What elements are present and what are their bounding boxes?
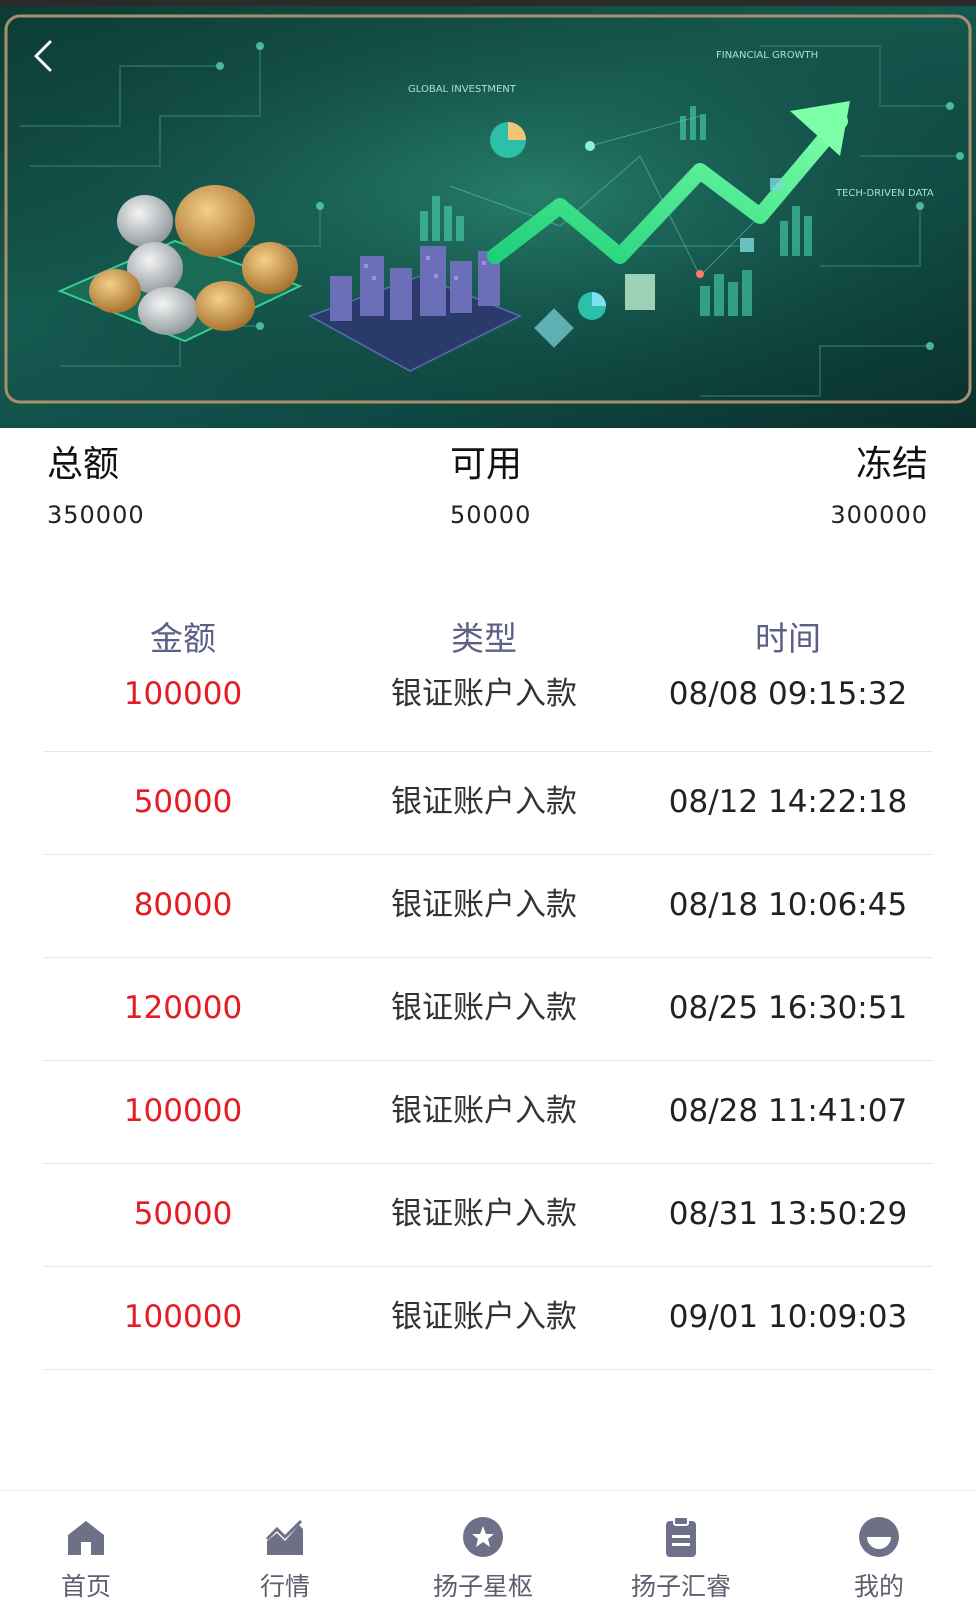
balance-summary: 总额 350000 可用 50000 冻结 300000 (0, 428, 976, 558)
banner-label-growth: FINANCIAL GROWTH (716, 50, 818, 61)
amount-cell: 100000 (123, 1299, 243, 1335)
type-cell: 银证账户入款 (391, 676, 577, 712)
type-cell: 银证账户入款 (391, 990, 577, 1026)
type-cell: 银证账户入款 (391, 1196, 577, 1232)
summary-frozen-label: 冻结 (855, 444, 928, 485)
chevron-left-icon (34, 40, 52, 72)
amount-cell: 120000 (123, 990, 243, 1026)
summary-total-value: 350000 (47, 501, 145, 529)
tab-market[interactable]: 行情 (205, 1491, 365, 1612)
amount-cell: 50000 (133, 784, 233, 820)
table-row: 100000 银证账户入款 09/01 10:09:03 (43, 1267, 933, 1370)
table-row: 50000 银证账户入款 08/31 13:50:29 (43, 1164, 933, 1267)
header-type: 类型 (451, 619, 517, 658)
summary-available: 可用 50000 (450, 442, 531, 530)
type-cell: 银证账户入款 (391, 887, 577, 923)
header-amount: 金额 (150, 619, 216, 658)
amount-cell: 100000 (123, 1093, 243, 1129)
summary-frozen: 冻结 300000 (830, 442, 928, 530)
type-cell: 银证账户入款 (391, 1299, 577, 1335)
table-row: 50000 银证账户入款 08/12 14:22:18 (43, 752, 933, 855)
summary-total: 总额 350000 (47, 442, 145, 530)
tab-xingshu[interactable]: 扬子星枢 (403, 1491, 563, 1612)
summary-available-value: 50000 (450, 501, 532, 529)
time-cell: 08/31 13:50:29 (668, 1196, 908, 1232)
type-cell: 银证账户入款 (391, 784, 577, 820)
tab-home[interactable]: 首页 (6, 1491, 166, 1612)
banner-label-global: GLOBAL INVESTMENT (408, 84, 517, 95)
time-cell: 08/08 09:15:32 (668, 676, 908, 712)
summary-frozen-value: 300000 (830, 501, 928, 529)
table-row: 80000 银证账户入款 08/18 10:06:45 (43, 855, 933, 958)
tab-mine[interactable]: 我的 (799, 1491, 959, 1612)
chart-icon (265, 1519, 303, 1555)
type-cell: 银证账户入款 (391, 1093, 577, 1129)
user-icon (859, 1517, 899, 1557)
banner-label-tech: TECH-DRIVEN DATA (835, 188, 934, 199)
tab-market-label: 行情 (259, 1572, 310, 1601)
table-row: 100000 银证账户入款 08/08 09:15:32 (43, 660, 933, 752)
table-header: 金额 类型 时间 (43, 600, 933, 660)
time-cell: 09/01 10:09:03 (668, 1299, 908, 1335)
table-body: 100000 银证账户入款 08/08 09:15:32 50000 银证账户入款 08/… (43, 660, 933, 1370)
amount-cell: 50000 (133, 1196, 233, 1232)
home-icon (68, 1521, 104, 1555)
hero-banner: GLOBAL INVESTMENT FINANCIAL GROWTH TECH-… (0, 6, 976, 428)
tab-huirui[interactable]: 扬子汇睿 (601, 1491, 761, 1612)
amount-cell: 80000 (133, 887, 233, 923)
summary-total-label: 总额 (47, 444, 120, 485)
header-time: 时间 (755, 619, 821, 658)
table-row: 120000 银证账户入款 08/25 16:30:51 (43, 958, 933, 1061)
table-row: 100000 银证账户入款 08/28 11:41:07 (43, 1061, 933, 1164)
back-button[interactable] (24, 32, 64, 78)
bottom-tab-bar: 首页 行情 扬子星枢 扬子汇睿 我的 (0, 1490, 976, 1612)
star-icon (463, 1517, 503, 1557)
tab-mine-label: 我的 (853, 1572, 904, 1601)
time-cell: 08/28 11:41:07 (668, 1093, 908, 1129)
time-cell: 08/25 16:30:51 (668, 990, 908, 1026)
time-cell: 08/18 10:06:45 (668, 887, 908, 923)
amount-cell: 100000 (123, 676, 243, 712)
clipboard-icon (666, 1516, 696, 1557)
summary-available-label: 可用 (450, 444, 523, 485)
tab-xingshu-label: 扬子星枢 (432, 1572, 533, 1601)
tab-home-label: 首页 (60, 1572, 111, 1601)
tab-huirui-label: 扬子汇睿 (630, 1572, 731, 1601)
banner-illustration: GLOBAL INVESTMENT FINANCIAL GROWTH TECH-… (0, 6, 976, 428)
transaction-table: 金额 类型 时间 100000 银证账户入款 08/08 09:15:32 50000… (43, 600, 933, 1370)
time-cell: 08/12 14:22:18 (668, 784, 908, 820)
